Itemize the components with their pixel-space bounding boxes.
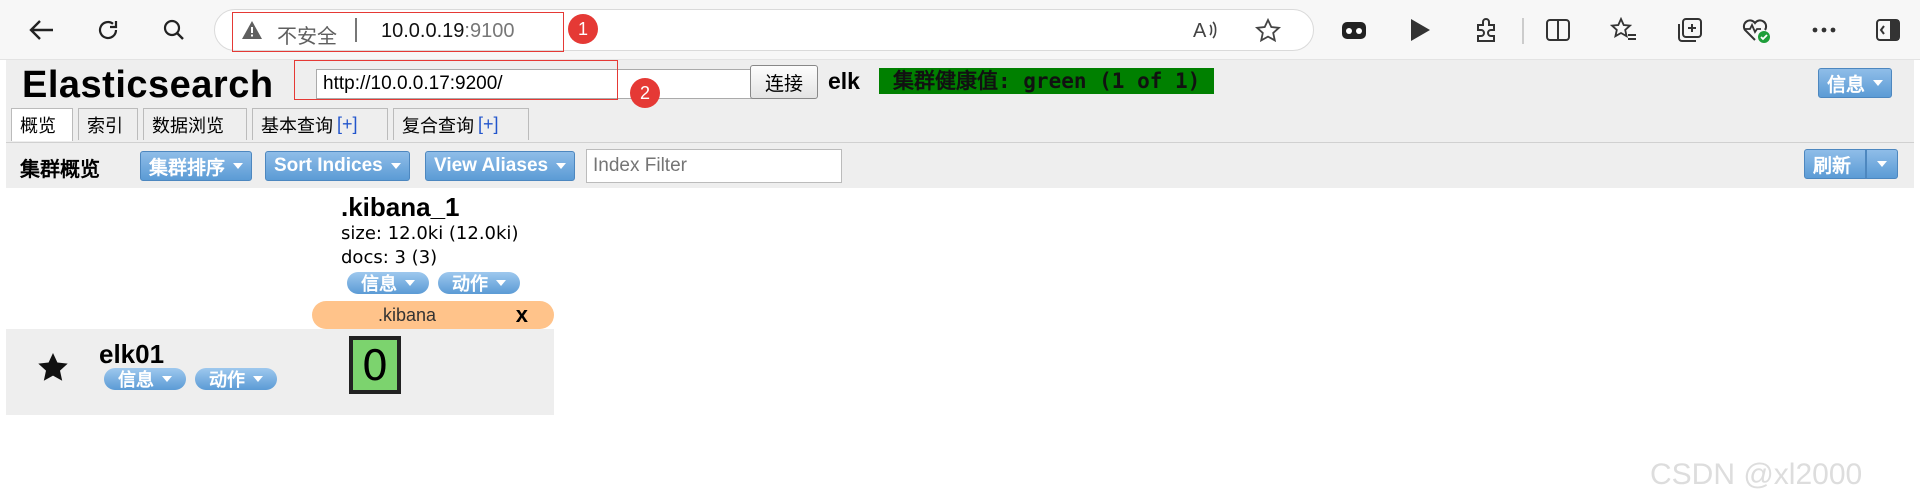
- tab-overview[interactable]: 概览: [11, 108, 73, 141]
- alias-badge: .kibana x: [312, 301, 554, 329]
- node-action-button[interactable]: 动作: [195, 368, 277, 390]
- collections-icon[interactable]: [1674, 14, 1706, 46]
- back-arrow-icon[interactable]: [26, 14, 58, 46]
- shard-box[interactable]: 0: [349, 336, 401, 394]
- alias-remove-button[interactable]: x: [516, 302, 528, 328]
- cluster-sort-button[interactable]: 集群排序: [140, 151, 253, 181]
- info-menu-label: 信息: [1827, 74, 1866, 96]
- refresh-button[interactable]: 刷新: [1804, 149, 1866, 179]
- annotation-box-1: [232, 12, 564, 52]
- chevron-down-icon: [162, 376, 172, 382]
- tab-label: 数据浏览: [152, 115, 224, 136]
- cluster-name: elk: [828, 68, 860, 94]
- tab-browser[interactable]: 数据浏览: [143, 108, 247, 140]
- connect-button[interactable]: 连接: [750, 65, 818, 99]
- annotation-marker-1: 1: [568, 14, 598, 44]
- index-info-button[interactable]: 信息: [347, 272, 429, 294]
- app-header: Elasticsearch 2 连接 elk 集群健康值: green (1 o…: [6, 60, 1914, 188]
- browser-toolbar: 不安全 10.0.0.19:9100 A 1: [0, 0, 1920, 60]
- index-size: size: 12.0ki (12.0ki): [341, 223, 519, 244]
- node-name: elk01: [99, 339, 165, 369]
- play-icon[interactable]: [1404, 14, 1436, 46]
- info-menu-button[interactable]: 信息: [1818, 68, 1893, 98]
- chevron-down-icon: [405, 280, 415, 286]
- master-star-icon: [36, 351, 70, 395]
- tab-label: 复合查询: [402, 115, 474, 136]
- refresh-icon[interactable]: [92, 14, 124, 46]
- view-aliases-label: View Aliases: [434, 155, 549, 176]
- browser-health-icon[interactable]: [1740, 14, 1772, 46]
- tab-label: 概览: [20, 116, 56, 136]
- watermark: CSDN @xl2000: [1650, 458, 1863, 491]
- chevron-down-icon: [1873, 80, 1884, 86]
- read-aloud-icon[interactable]: A: [1193, 18, 1219, 48]
- node-action-label: 动作: [209, 370, 245, 390]
- annotation-box-2: [294, 60, 618, 100]
- toolbar-divider: [1522, 18, 1524, 44]
- extension-bug-icon[interactable]: [1338, 14, 1370, 46]
- index-docs: docs: 3 (3): [341, 247, 438, 268]
- index-action-button[interactable]: 动作: [438, 272, 520, 294]
- alias-name: .kibana: [377, 305, 437, 325]
- tab-add[interactable]: [+]: [337, 114, 358, 135]
- favorites-list-icon[interactable]: [1608, 14, 1640, 46]
- sort-indices-label: Sort Indices: [274, 155, 383, 176]
- es-head-page: Elasticsearch 2 连接 elk 集群健康值: green (1 o…: [6, 60, 1914, 476]
- more-menu-icon[interactable]: [1808, 14, 1840, 46]
- cluster-health-badge: 集群健康值: green (1 of 1): [879, 68, 1215, 94]
- puzzle-extensions-icon[interactable]: [1470, 14, 1502, 46]
- chevron-down-icon: [1877, 161, 1887, 167]
- index-action-label: 动作: [452, 274, 488, 294]
- tab-structured-query[interactable]: 基本查询 [+]: [252, 108, 388, 140]
- view-aliases-button[interactable]: View Aliases: [425, 151, 576, 181]
- index-info-label: 信息: [361, 274, 397, 294]
- chevron-down-icon: [253, 376, 263, 382]
- node-row: elk01 信息 动作: [6, 329, 554, 415]
- refresh-options-button[interactable]: [1866, 149, 1898, 179]
- toolbar-title: 集群概览: [20, 159, 100, 181]
- chevron-down-icon: [556, 163, 567, 169]
- search-icon[interactable]: [158, 14, 190, 46]
- page-title: Elasticsearch: [22, 64, 274, 106]
- chevron-down-icon: [390, 163, 401, 169]
- svg-text:A: A: [1193, 20, 1207, 42]
- index-filter-input[interactable]: [586, 149, 842, 183]
- sidebar-toggle-icon[interactable]: [1872, 14, 1904, 46]
- node-info-label: 信息: [118, 370, 154, 390]
- tab-any-request[interactable]: 复合查询 [+]: [393, 108, 529, 140]
- chevron-down-icon: [496, 280, 506, 286]
- refresh-label: 刷新: [1813, 155, 1852, 177]
- tab-indices[interactable]: 索引: [78, 108, 138, 140]
- cluster-sort-label: 集群排序: [149, 157, 226, 179]
- split-screen-icon[interactable]: [1542, 14, 1574, 46]
- favorite-star-icon[interactable]: [1254, 17, 1282, 49]
- tab-label: 索引: [87, 115, 123, 136]
- tab-label: 基本查询: [261, 115, 333, 136]
- overview-toolbar: 集群概览 集群排序 Sort Indices View Aliases 刷新: [6, 142, 1914, 188]
- sort-indices-button[interactable]: Sort Indices: [265, 151, 410, 181]
- tab-add[interactable]: [+]: [478, 114, 499, 135]
- node-info-button[interactable]: 信息: [104, 368, 186, 390]
- index-name: .kibana_1: [341, 192, 460, 222]
- chevron-down-icon: [233, 163, 244, 169]
- annotation-marker-2: 2: [630, 78, 660, 108]
